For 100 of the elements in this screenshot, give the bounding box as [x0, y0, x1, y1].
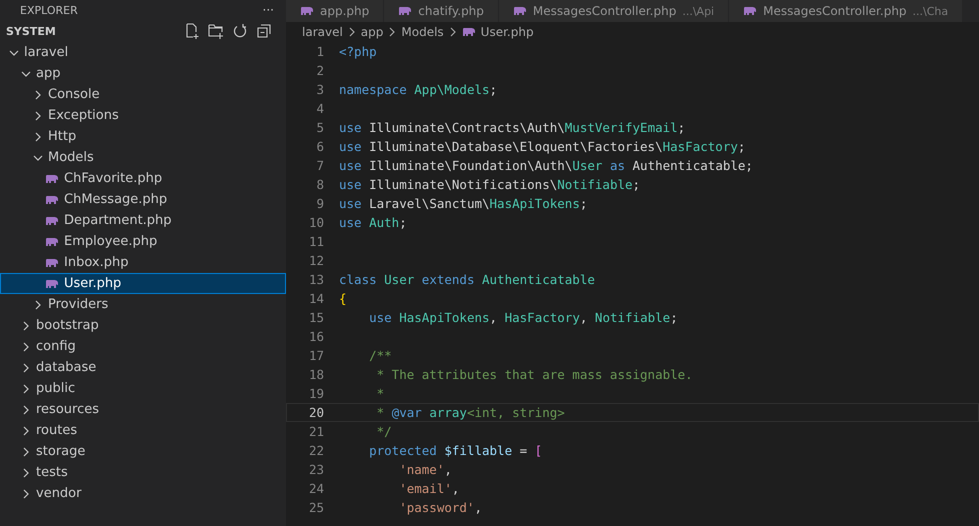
editor-tab[interactable]: MessagesController.php ...\Api — [498, 0, 730, 22]
breadcrumb-item[interactable]: Models — [401, 25, 444, 39]
elephant-icon — [45, 236, 59, 246]
folder-item[interactable]: Providers — [0, 294, 286, 315]
code-token: MustVerifyEmail — [564, 120, 678, 135]
code-token: * — [376, 386, 384, 401]
elephant-icon — [45, 258, 59, 268]
more-actions-button[interactable]: ··· — [262, 3, 274, 17]
file-item[interactable]: ChFavorite.php — [0, 168, 286, 189]
code-token: ; — [399, 215, 407, 230]
folder-item[interactable]: public — [0, 378, 286, 399]
folder-item[interactable]: config — [0, 336, 286, 357]
folder-item[interactable]: routes — [0, 420, 286, 441]
folder-item[interactable]: app — [0, 63, 286, 84]
line-number: 4 — [315, 101, 325, 116]
line-number: 22 — [308, 443, 325, 458]
code-token: Laravel\Sanctum\ — [369, 196, 490, 211]
folder-item[interactable]: database — [0, 357, 286, 378]
elephant-icon — [512, 6, 527, 16]
code-token: @var — [392, 405, 422, 420]
line-number: 2 — [315, 63, 325, 78]
folder-item[interactable]: laravel — [0, 42, 286, 63]
code-token: /** — [368, 348, 392, 363]
new-file-icon[interactable] — [184, 23, 200, 39]
code-token: */ — [376, 424, 392, 439]
code-token: <int, string> — [466, 405, 565, 420]
code-token: Authenticatable; — [632, 158, 753, 173]
folder-item[interactable]: Http — [0, 126, 286, 147]
code-token: Illuminate\Database\Eloquent\Factories\ — [369, 139, 663, 154]
folder-item[interactable]: resources — [0, 399, 286, 420]
code-token: Illuminate\Notifications\ — [369, 177, 558, 192]
code-token: ; — [670, 310, 678, 325]
code-token: , — [490, 310, 498, 325]
line-number: 16 — [308, 329, 325, 344]
explorer-title: EXPLORER — [20, 4, 78, 16]
file-item[interactable]: Department.php — [0, 210, 286, 231]
code-token: , — [444, 462, 452, 477]
line-number: 18 — [308, 367, 325, 382]
section-title[interactable]: SYSTEM — [6, 24, 184, 38]
folder-item[interactable]: tests — [0, 462, 286, 483]
editor-tab[interactable]: app.php — [286, 0, 384, 22]
chevron-right-icon — [388, 27, 396, 37]
elephant-icon — [45, 194, 59, 204]
code-token: class — [339, 272, 378, 287]
folder-item[interactable]: storage — [0, 441, 286, 462]
file-item[interactable]: ChMessage.php — [0, 189, 286, 210]
line-number: 8 — [315, 177, 325, 192]
breadcrumb-item[interactable]: app — [360, 25, 384, 39]
code-token: use — [339, 139, 363, 154]
editor-tab[interactable]: chatify.php — [384, 0, 499, 22]
file-item[interactable]: Inbox.php — [0, 252, 286, 273]
elephant-icon — [45, 174, 59, 184]
code-token: , — [452, 481, 460, 496]
line-number: 21 — [308, 424, 325, 439]
line-number: 19 — [308, 386, 325, 401]
new-folder-icon[interactable] — [208, 23, 224, 39]
folder-item[interactable]: Models — [0, 147, 286, 168]
code-token: ; — [678, 120, 686, 135]
code-token: $fillable — [444, 443, 512, 458]
folder-item[interactable]: Console — [0, 84, 286, 105]
code-token: Notifiable — [557, 177, 633, 192]
elephant-icon — [45, 216, 59, 226]
line-number: 5 — [315, 120, 325, 135]
code-token: 'name' — [398, 462, 444, 477]
code-token: ; — [738, 139, 746, 154]
elephant-icon — [300, 6, 314, 16]
chevron-right-icon — [448, 27, 457, 37]
line-number: 10 — [308, 215, 325, 230]
line-number: 1 — [315, 44, 325, 59]
code-token: , — [580, 310, 588, 325]
line-number: 12 — [308, 253, 325, 268]
code-token: 'password' — [398, 500, 474, 515]
code-token: use — [339, 177, 363, 192]
line-number: 9 — [315, 196, 325, 211]
folder-item[interactable]: Exceptions — [0, 105, 286, 126]
elephant-icon — [462, 27, 476, 37]
refresh-icon[interactable] — [232, 23, 248, 39]
code-token: <?php — [339, 44, 377, 59]
folder-item[interactable]: vendor — [0, 483, 286, 504]
line-number: 24 — [308, 481, 325, 496]
code-token: ; — [580, 196, 588, 211]
code-token: * The attributes that are mass assignable. — [376, 367, 693, 382]
code-token: ; — [632, 177, 640, 192]
code-token: Auth — [369, 215, 400, 230]
collapse-all-icon[interactable] — [256, 23, 272, 39]
breadcrumb-item[interactable]: laravel — [302, 25, 343, 39]
code-token: ; — [490, 82, 498, 97]
file-item[interactable]: User.php — [0, 273, 286, 294]
elephant-icon — [398, 6, 412, 16]
code-token: protected — [368, 443, 438, 458]
code-token: * — [376, 405, 386, 420]
line-number: 23 — [308, 462, 325, 477]
breadcrumb-item[interactable]: User.php — [480, 25, 534, 39]
code-token: Illuminate\Foundation\Auth\ — [369, 158, 572, 173]
file-item[interactable]: Employee.php — [0, 231, 286, 252]
code-token: as — [608, 158, 626, 173]
folder-item[interactable]: bootstrap — [0, 315, 286, 336]
line-number: 25 — [308, 500, 325, 515]
editor-tab[interactable]: MessagesController.php ...\Cha — [729, 0, 964, 22]
line-number: 11 — [308, 234, 325, 249]
